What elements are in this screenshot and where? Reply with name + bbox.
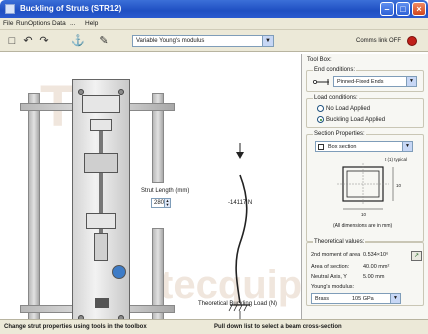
area-value: 40.00 mm² [363,264,390,270]
undo-icon[interactable]: ↶ [20,33,36,49]
youngs-modulus-label: Young's modulus: [311,284,355,290]
theoretical-values-title: Theoretical values: [313,239,366,245]
section-select-value: Box section [328,144,357,150]
chevron-down-icon[interactable]: ▼ [402,142,412,151]
end-conditions-group: End conditions: Pinned-Fixed Ends ▼ [306,67,424,92]
height-dimension: 10 [396,183,402,188]
menu-item-options[interactable]: Options [28,20,50,27]
comms-link-label: Comms link OFF [356,38,401,44]
menu-item-[interactable]: ... [70,20,75,27]
strut-length-label: Strut Length (mm) [141,188,190,194]
left-rail [28,93,40,328]
comms-status-indicator[interactable] [407,36,417,46]
buckling-load-caption: Theoretical Buckling Load (N) [198,301,278,307]
radio-icon [317,105,324,112]
width-dimension: 10 [361,212,367,217]
menu-item-run[interactable]: Run [16,20,28,27]
box-section-drawing [337,163,394,210]
dimensions-note: (All dimensions are in mm) [333,223,393,229]
menu-item-help[interactable]: Help [85,20,98,27]
toolbar: □ ↶ ↷ ⚓ ✎ Variable Young's modulus ▼ Com… [0,30,428,52]
minimize-button[interactable]: – [380,2,394,16]
variable-select[interactable]: Variable Young's modulus ▼ [132,35,274,47]
load-arrow-head [236,152,244,159]
modulus-value: 105 GPa [352,296,374,302]
menu-bar: File Run Options Data... Help [0,18,428,30]
end-conditions-title: End conditions: [313,67,357,73]
radio-buckling-load-label: Buckling Load Applied [326,117,386,124]
radio-buckling-load[interactable]: Buckling Load Applied [317,116,385,123]
buckled-strut-curve [235,174,248,304]
loading-screw [94,233,108,261]
section-properties-title: Section Properties: [313,131,366,137]
status-left-text: Change strut properties using tools in t… [4,324,147,330]
close-button[interactable]: × [412,2,426,16]
top-clamp [82,95,120,113]
radio-no-load[interactable]: No Load Applied [317,105,370,112]
variable-select-value: Variable Young's modulus [136,38,205,44]
material-select[interactable]: Brass 105 GPa ▼ [311,293,401,304]
title-bar: Buckling of Struts (STR12) – □ × [0,0,428,18]
buckling-load-value: -14117 N [228,200,253,206]
section-properties-group: Section Properties: Box section ▼ t (1) … [306,131,424,242]
second-moment-label: 2nd moment of area [311,252,361,258]
toolbox-panel: Tool Box: End conditions: Pinned-Fixed E… [301,54,428,319]
apparatus-icon[interactable]: ⚓ [70,33,86,49]
graph-button[interactable]: ↗ [411,251,422,261]
chevron-down-icon[interactable]: ▼ [390,294,400,303]
stepper-arrows-icon[interactable]: ▲ ▼ [164,199,170,207]
load-cell [90,119,112,131]
radio-selected-icon [317,116,324,123]
chevron-down-icon[interactable]: ▼ [406,77,416,86]
load-handwheel[interactable] [112,265,126,279]
edit-icon[interactable]: ✎ [96,33,112,49]
status-bar: Change strut properties using tools in t… [0,319,428,334]
bolt-icon [118,89,124,95]
app-icon [5,4,15,14]
second-moment-value: 0.534×10⁶ [363,252,389,258]
thickness-label: t (1) typical [385,157,408,162]
strut-length-stepper[interactable]: 280 ▲ ▼ [151,198,171,208]
load-conditions-title: Load conditions: [313,95,359,101]
strut-length-value: 280 [154,200,165,206]
end-conditions-value: Pinned-Fixed Ends [337,79,384,85]
lower-clamp [86,213,116,229]
pinned-end-icon [313,79,329,85]
upper-carriage [84,153,118,173]
menu-item-file[interactable]: File [3,20,13,27]
material-value: Brass [315,296,330,302]
load-conditions-group: Load conditions: No Load Applied Bucklin… [306,95,424,128]
theoretical-values-group: Theoretical values: 2nd moment of area 0… [306,239,424,306]
box-section-icon [318,144,324,150]
status-right-text: Pull down list to select a beam cross-se… [214,324,342,330]
chevron-down-icon[interactable]: ▼ [262,36,273,46]
apparatus-canvas: T tecquipment Strut Length (mm) 280 ▲▼ -… [0,53,398,329]
section-select[interactable]: Box section ▼ [315,141,413,152]
menu-item-data[interactable]: Data [52,20,66,27]
bolt-icon [78,89,84,95]
right-rail-lower [152,228,164,328]
window-title: Buckling of Struts (STR12) [20,4,122,13]
radio-no-load-label: No Load Applied [326,106,371,113]
toolbox-title: Tool Box: [307,57,332,63]
neutral-axis-label: Neutral Axis, Y [311,274,347,280]
redo-icon[interactable]: ↷ [36,33,52,49]
maximize-button[interactable]: □ [396,2,410,16]
base-plate [95,298,109,308]
area-label: Area of section: [311,264,350,270]
end-conditions-select[interactable]: Pinned-Fixed Ends ▼ [333,76,417,87]
neutral-axis-value: 5.00 mm [363,274,385,280]
new-icon[interactable]: □ [4,33,20,49]
